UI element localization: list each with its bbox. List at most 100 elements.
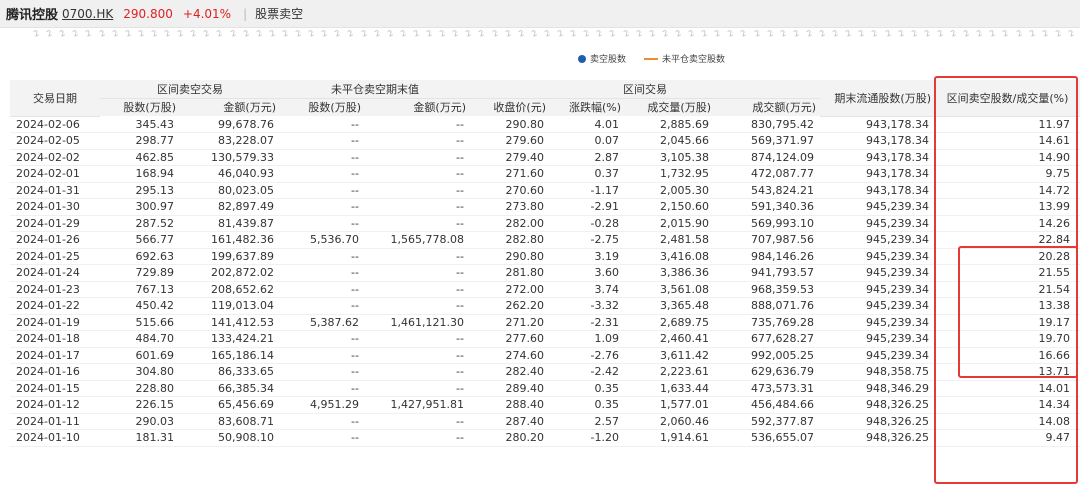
- table-row[interactable]: 2024-01-29 287.52 81,439.87 -- -- 282.00 -0.28…: [10, 215, 1080, 232]
- table-row[interactable]: 2024-02-01 168.94 46,040.93 -- -- 271.60 0.37 1…: [10, 165, 1080, 183]
- cell-close-price: 271.60: [470, 165, 550, 183]
- stock-code-link[interactable]: 0700.HK: [62, 7, 113, 21]
- table-row[interactable]: 2024-01-22 450.42 119,013.04 -- -- 262.20 -3.3…: [10, 297, 1080, 315]
- cell-volume: 3,365.48: [625, 297, 715, 315]
- table-row[interactable]: 2024-02-02 462.85 130,579.33 -- -- 279.40 2.87…: [10, 149, 1080, 166]
- cell-short-ratio: 13.99: [935, 198, 1080, 216]
- axis-tick-label: 2: [255, 28, 264, 39]
- axis-tick-label: 2: [792, 28, 801, 39]
- cell-turnover: 874,124.09: [715, 149, 820, 166]
- table-row[interactable]: 2024-02-06 345.43 99,678.76 -- -- 290.80 4.01 2…: [10, 116, 1080, 133]
- col-header-change-pct[interactable]: 涨跌幅(%): [550, 98, 625, 116]
- cell-short-amount: 66,385.34: [180, 380, 280, 397]
- cell-unclosed-shares: 5,387.62: [280, 314, 365, 331]
- table-row[interactable]: 2024-01-31 295.13 80,023.05 -- -- 270.60 -1.17…: [10, 182, 1080, 199]
- cell-short-amount: 99,678.76: [180, 116, 280, 133]
- col-group-interval-trade: 区间交易: [470, 80, 820, 99]
- cell-short-shares: 515.66: [100, 314, 180, 331]
- table-row[interactable]: 2024-01-10 181.31 50,908.10 -- -- 280.20 -1.20…: [10, 429, 1080, 447]
- col-header-short-shares[interactable]: 股数(万股): [100, 98, 180, 116]
- axis-tick-label: 2: [477, 28, 487, 39]
- table-row[interactable]: 2024-01-12 226.15 65,456.69 4,951.29 1,427,9…: [10, 396, 1080, 414]
- cell-date: 2024-02-06: [10, 116, 100, 133]
- axis-tick-label: 2: [124, 28, 133, 39]
- axis-tick-label: 2: [923, 28, 932, 39]
- axis-tick-label: 2: [464, 28, 474, 39]
- cell-unclosed-amount: --: [365, 116, 470, 133]
- axis-tick-label: 2: [307, 28, 316, 39]
- col-header-short-amount[interactable]: 金额(万元): [180, 98, 280, 116]
- table-row[interactable]: 2024-01-18 484.70 133,424.21 -- -- 277.60 1.09…: [10, 330, 1080, 348]
- cell-unclosed-amount: 1,461,121.30: [365, 314, 470, 331]
- col-header-float-shares[interactable]: 期末流通股数(万股): [820, 80, 935, 117]
- cell-turnover: 968,359.53: [715, 281, 820, 298]
- cell-unclosed-amount: --: [365, 248, 470, 265]
- cell-date: 2024-01-12: [10, 396, 100, 414]
- cell-short-amount: 82,897.49: [180, 198, 280, 216]
- cell-volume: 2,150.60: [625, 198, 715, 216]
- stock-name[interactable]: 腾讯控股: [6, 4, 58, 23]
- cell-turnover: 473,573.31: [715, 380, 820, 397]
- axis-tick-label: 2: [202, 28, 212, 39]
- cell-close-price: 282.40: [470, 363, 550, 381]
- table-row[interactable]: 2024-01-15 228.80 66,385.34 -- -- 289.40 0.35 1…: [10, 380, 1080, 397]
- legend-unclosed-shares[interactable]: 未平仓卖空股数: [662, 52, 725, 65]
- cell-short-ratio: 14.26: [935, 215, 1080, 232]
- table-row[interactable]: 2024-01-24 729.89 202,872.02 -- -- 281.80 3.60…: [10, 264, 1080, 282]
- cell-date: 2024-01-23: [10, 281, 100, 298]
- tab-short-selling[interactable]: 股票卖空: [255, 5, 303, 22]
- cell-short-ratio: 14.61: [935, 132, 1080, 150]
- cell-short-shares: 566.77: [100, 231, 180, 249]
- table-row[interactable]: 2024-01-30 300.97 82,897.49 -- -- 273.80 -2.91…: [10, 198, 1080, 216]
- cell-unclosed-amount: --: [365, 429, 470, 447]
- table-row[interactable]: 2024-02-05 298.77 83,228.07 -- -- 279.60 0.07 2…: [10, 132, 1080, 150]
- cell-short-shares: 168.94: [100, 165, 180, 183]
- col-header-unclosed-amount[interactable]: 金额(万元): [365, 98, 470, 116]
- axis-tick-label: 2: [779, 28, 788, 39]
- cell-float-shares: 945,239.34: [820, 297, 935, 315]
- cell-close-price: 290.80: [470, 116, 550, 133]
- table-row[interactable]: 2024-01-23 767.13 208,652.62 -- -- 272.00 3.74…: [10, 281, 1080, 298]
- cell-volume: 3,416.08: [625, 248, 715, 265]
- cell-date: 2024-01-11: [10, 413, 100, 430]
- cell-date: 2024-01-16: [10, 363, 100, 381]
- cell-float-shares: 943,178.34: [820, 132, 935, 150]
- cell-date: 2024-01-22: [10, 297, 100, 315]
- table-row[interactable]: 2024-01-25 692.63 199,637.89 -- -- 290.80 3.19…: [10, 248, 1080, 265]
- cell-float-shares: 948,358.75: [820, 363, 935, 381]
- col-header-unclosed-shares[interactable]: 股数(万股): [280, 98, 365, 116]
- table-row[interactable]: 2024-01-17 601.69 165,186.14 -- -- 274.60 -2.7…: [10, 347, 1080, 364]
- axis-tick-label: 2: [621, 28, 631, 39]
- cell-short-ratio: 14.72: [935, 182, 1080, 199]
- col-header-date[interactable]: 交易日期: [10, 80, 100, 117]
- cell-short-shares: 181.31: [100, 429, 180, 447]
- col-header-volume[interactable]: 成交量(万股): [625, 98, 715, 116]
- col-header-turnover[interactable]: 成交额(万元): [715, 98, 820, 116]
- cell-date: 2024-01-10: [10, 429, 100, 447]
- axis-tick-label: 2: [713, 28, 722, 39]
- col-header-close-price[interactable]: 收盘价(元): [470, 98, 550, 116]
- axis-tick-label: 2: [831, 28, 840, 39]
- legend-short-shares[interactable]: 卖空股数: [590, 52, 626, 65]
- col-header-short-ratio[interactable]: 区间卖空股数/成交量(%): [935, 80, 1080, 117]
- cell-short-shares: 767.13: [100, 281, 180, 298]
- cell-unclosed-shares: --: [280, 132, 365, 150]
- table-row[interactable]: 2024-01-11 290.03 83,608.71 -- -- 287.40 2.57 2…: [10, 413, 1080, 430]
- cell-unclosed-amount: 1,427,951.81: [365, 396, 470, 414]
- cell-unclosed-shares: --: [280, 413, 365, 430]
- cell-unclosed-shares: --: [280, 116, 365, 133]
- table-row[interactable]: 2024-01-26 566.77 161,482.36 5,536.70 1,565,…: [10, 231, 1080, 249]
- cell-turnover: 569,371.97: [715, 132, 820, 150]
- legend-line-icon: [644, 57, 659, 60]
- cell-short-amount: 208,652.62: [180, 281, 280, 298]
- table-row[interactable]: 2024-01-16 304.80 86,333.65 -- -- 282.40 -2.42…: [10, 363, 1080, 381]
- axis-tick-label: 2: [674, 28, 683, 39]
- table-row[interactable]: 2024-01-19 515.66 141,412.53 5,387.62 1,461,…: [10, 314, 1080, 331]
- axis-tick-label: 2: [556, 28, 565, 39]
- cell-turnover: 677,628.27: [715, 330, 820, 348]
- cell-turnover: 569,993.10: [715, 215, 820, 232]
- cell-date: 2024-01-25: [10, 248, 100, 265]
- cell-float-shares: 945,239.34: [820, 281, 935, 298]
- cell-short-shares: 298.77: [100, 132, 180, 150]
- cell-unclosed-shares: --: [280, 165, 365, 183]
